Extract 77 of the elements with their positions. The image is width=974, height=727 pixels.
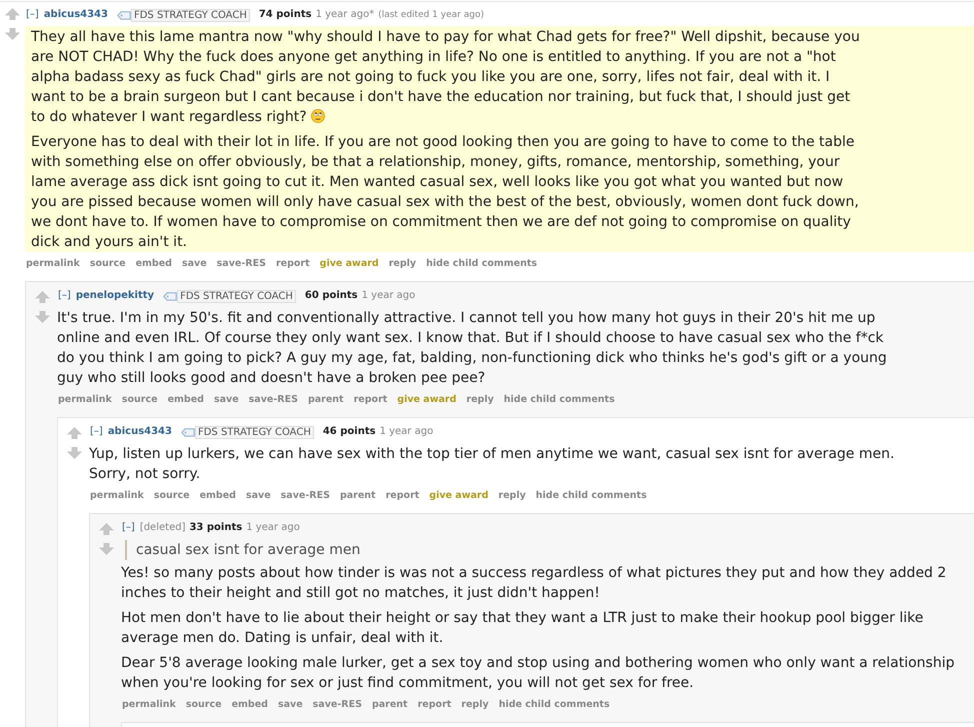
comment-text: Everyone has to deal with their lot in life. If you are not good looking then you are going to have to come to the table with something else on offer obviously, be that a relationship, money, gifts, romance, mentorship, something, your lame average ass dick isnt going to cut it. Men wanted casual sex, well looks like you got what you wanted but now you are pissed because women will only have casual sex with the best of the best, obviously, women dont fuck down, we dont have to. If women have to compromise on commitment then we are def not going to compromise on quality dick and yours ain't it. [31, 134, 859, 250]
comment-action-link[interactable]: hide child comments [498, 698, 610, 712]
comment-action-link[interactable]: reply [466, 393, 494, 407]
up-arrow-icon[interactable] [35, 291, 50, 303]
collapse-toggle[interactable]: [–] [90, 425, 103, 439]
comment-time: 1 year ago [380, 425, 434, 439]
down-arrow-icon[interactable] [67, 447, 82, 459]
comment-action-link[interactable]: embed [232, 698, 268, 712]
comment-text: Yes! so many posts about how tinder is was not a success regardless of what pictures they put and how they added 2 inches to their height and still got no matches, it just didn't happen! [121, 565, 946, 601]
comment-action-link[interactable]: save-RES [280, 489, 330, 503]
author-name[interactable]: abicus4343 [44, 8, 108, 22]
comment-text: Dear 5'8 average looking male lurker, get a sex toy and stop using and bothering women who only want a relationship when you're looking for sex or just find commitment, you will not get sex for free. [121, 655, 954, 691]
comment-action-link[interactable]: report [276, 257, 310, 271]
comment-action-link[interactable]: source [122, 393, 158, 407]
down-arrow-icon[interactable] [99, 543, 114, 555]
comment-action-link[interactable]: save [214, 393, 239, 407]
comment-text: It's true. I'm in my 50's. fit and conventionally attractive. I cannot tell you how many hot guys in their 20's hit me up online and even IRL. Of course they only want sex. I know that. But if I should choose to have casual sex who the f*ck do you think I am going to pick? A guy my age, fat, balding, non-functioning dick who thinks he's god's gift or a young guy who still looks good and doesn't have a broken pee pee? [57, 310, 887, 386]
tag-icon [116, 10, 131, 20]
down-arrow-icon[interactable] [35, 311, 50, 323]
comment-action-link[interactable]: reply [461, 698, 489, 712]
comment-action-link[interactable]: permalink [90, 489, 144, 503]
comment-action-link[interactable]: report [418, 698, 452, 712]
comment-action-link[interactable]: save [182, 257, 207, 271]
comment-action-link[interactable]: source [90, 257, 126, 271]
comment-text: Yup, listen up lurkers, we can have sex with the top tier of men anytime we want, casual sex isnt for average men. Sorry, not sorry. [89, 446, 894, 482]
comment-time: 1 year ago [246, 521, 300, 535]
comment-action-link[interactable]: parent [308, 393, 344, 407]
comment-action-link[interactable]: save [278, 698, 303, 712]
comment-action-link[interactable]: save-RES [248, 393, 298, 407]
comment-action-link[interactable]: give award [429, 489, 488, 503]
comment-time: 1 year ago [362, 289, 416, 303]
comment-action-link[interactable]: permalink [26, 257, 80, 271]
user-flair: FDS STRATEGY COACH [194, 426, 314, 438]
up-arrow-icon[interactable] [67, 427, 82, 439]
tag-icon [163, 292, 178, 300]
comment-action-link[interactable]: save-RES [312, 698, 362, 712]
points-count: 33 points [189, 521, 242, 535]
points-count: 60 points [304, 289, 358, 303]
up-arrow-icon[interactable] [99, 523, 114, 535]
collapse-toggle[interactable]: [–] [122, 521, 135, 535]
comment-action-link[interactable]: reply [498, 489, 526, 503]
collapse-toggle[interactable]: [–] [26, 8, 39, 22]
comment-action-link[interactable]: source [186, 698, 222, 712]
comment-action-link[interactable]: give award [397, 393, 456, 407]
author-name[interactable]: abicus4343 [108, 425, 172, 439]
comment-action-link[interactable]: embed [136, 257, 172, 271]
comment-action-link[interactable]: permalink [58, 393, 112, 407]
comment-action-link[interactable]: embed [168, 393, 204, 407]
comment-text: Hot men don't have to lie about their height or say that they want a LTR just to make their hookup pool bigger like average men do. Dating is unfair, deal with it. [121, 610, 924, 646]
comment-action-link[interactable]: save-RES [216, 257, 266, 271]
comment-action-link[interactable]: hide child comments [504, 393, 615, 407]
author-name: [deleted] [140, 521, 186, 535]
block-quote: casual sex isnt for average men [125, 540, 956, 560]
edited-note: (last edited 1 year ago) [378, 9, 484, 22]
user-flair: FDS STRATEGY COACH [130, 8, 250, 22]
comment-action-link[interactable]: give award [320, 257, 379, 271]
up-arrow-icon[interactable] [5, 8, 20, 20]
comment-action-link[interactable]: parent [340, 489, 376, 503]
collapse-toggle[interactable]: [–] [58, 289, 71, 303]
comment-action-link[interactable]: permalink [122, 698, 176, 712]
comment-action-link[interactable]: embed [200, 489, 236, 503]
comment-action-link[interactable]: save [246, 489, 271, 503]
comment-text: They all have this lame mantra now "why should I have to pay for what Chad gets for free?" Well dipshit, because you are NOT CHAD! Why the fuck does anyone get anything in life? No one is entitled to anything. If you are not a "hot alpha badass sexy as fuck Chad" girls are not going to fuck you like you are one, sorry, lifes not fair, deal with it. I want to be a brain surgeon but I cant because i don't have the education nor training, but fuck that, I should just get to do whatever I want regardless right? [31, 29, 860, 125]
author-name[interactable]: penelopekitty [76, 289, 154, 303]
comment-action-link[interactable]: parent [372, 698, 408, 712]
comment-time: 1 year ago* [316, 8, 374, 22]
comment-action-link[interactable]: source [154, 489, 190, 503]
points-count: 74 points [258, 8, 312, 22]
comment-action-link[interactable]: hide child comments [426, 257, 538, 271]
user-flair: FDS STRATEGY COACH [177, 290, 296, 302]
points-count: 46 points [322, 425, 376, 439]
tag-icon [180, 428, 195, 436]
comment-action-link[interactable]: hide child comments [536, 489, 647, 503]
comment-action-link[interactable]: report [386, 489, 420, 503]
comment-action-link[interactable]: reply [388, 257, 416, 271]
down-arrow-icon[interactable] [5, 28, 20, 40]
comment-action-link[interactable]: report [354, 393, 388, 407]
